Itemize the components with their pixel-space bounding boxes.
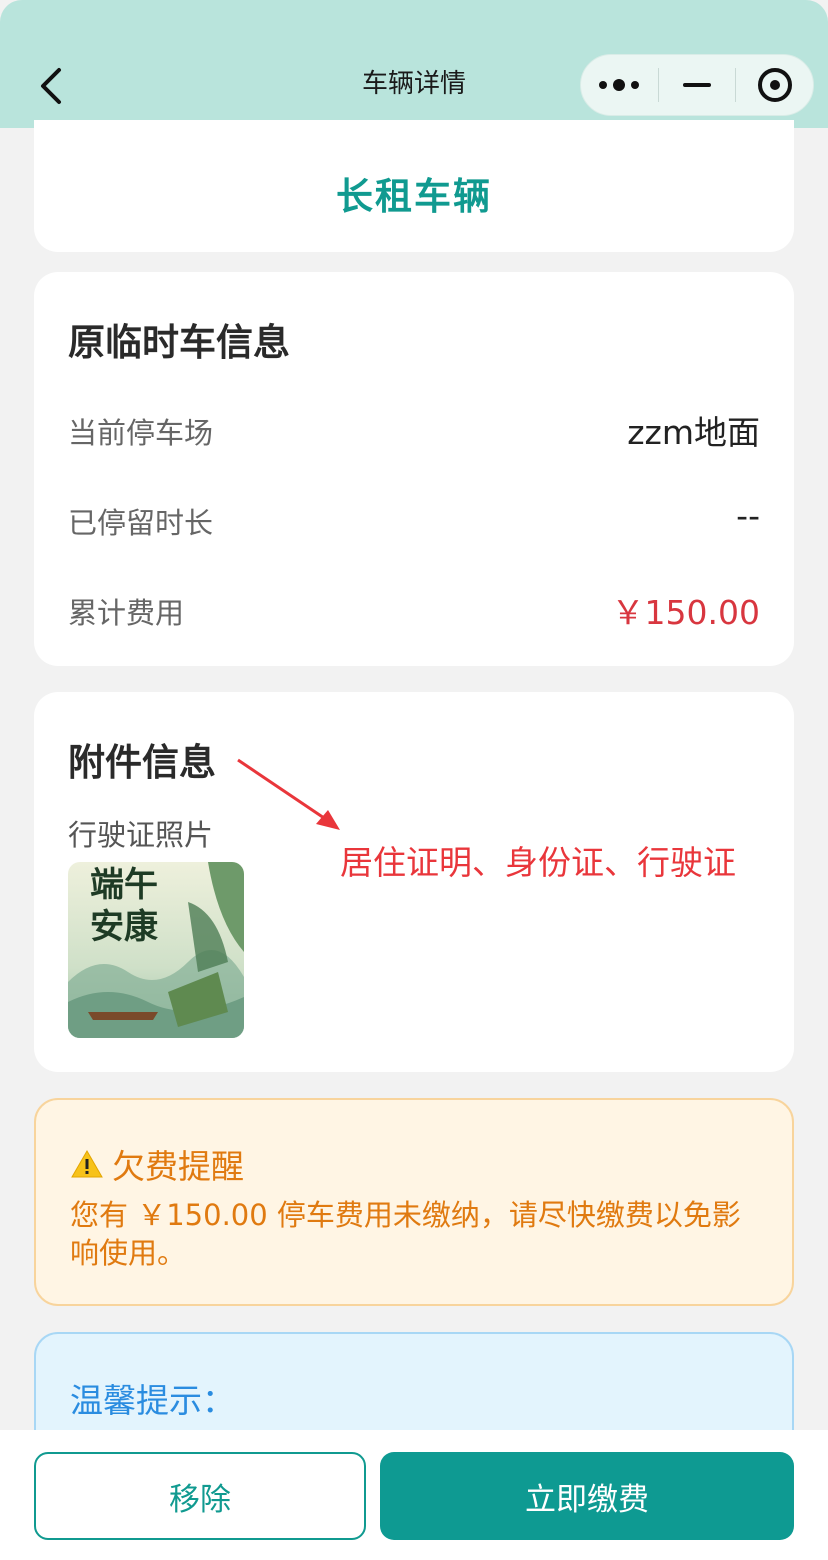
arrears-warning-title-text: 欠费提醒: [112, 1147, 244, 1186]
minus-icon: [683, 83, 711, 87]
nav-header: 车辆详情: [0, 0, 828, 128]
mini-program-capsule: [580, 54, 814, 116]
thumbnail-text-line2: 安康: [90, 907, 158, 947]
license-photo-label: 行驶证照片: [68, 818, 214, 852]
total-fee-label: 累计费用: [68, 596, 185, 630]
close-miniprogram-button[interactable]: [736, 55, 813, 115]
tips-title: 温馨提示：: [70, 1381, 235, 1420]
annotation-text: 居住证明、身份证、行驶证: [340, 843, 736, 882]
total-fee-value: ￥150.00: [611, 593, 760, 632]
duration-label: 已停留时长: [68, 506, 214, 540]
arrears-warning-message: 您有 ￥150.00 停车费用未缴纳，请尽快缴费以免影响使用。: [70, 1198, 741, 1270]
more-button[interactable]: [581, 55, 658, 115]
more-dots-icon: [599, 79, 640, 91]
minimize-button[interactable]: [659, 55, 736, 115]
arrears-warning-title: 欠费提醒: [70, 1140, 244, 1188]
target-circle-icon: [757, 68, 792, 102]
attachment-section-title: 附件信息: [68, 741, 216, 784]
license-photo-thumbnail[interactable]: 端午 安康: [68, 862, 244, 1038]
remove-button[interactable]: 移除: [34, 1452, 366, 1540]
lease-type-title: 长租车辆: [336, 175, 492, 218]
parking-lot-label: 当前停车场: [68, 416, 214, 450]
pay-now-button[interactable]: 立即缴费: [380, 1452, 794, 1540]
thumbnail-image: 端午 安康: [68, 862, 244, 1038]
duration-value: --: [736, 496, 760, 535]
info-section-title: 原临时车信息: [68, 321, 290, 364]
warning-triangle-icon: [71, 1149, 103, 1178]
annotation-arrow-icon: [237, 758, 340, 830]
parking-lot-value: zzm地面: [627, 413, 760, 452]
thumbnail-text-line1: 端午: [90, 865, 158, 905]
